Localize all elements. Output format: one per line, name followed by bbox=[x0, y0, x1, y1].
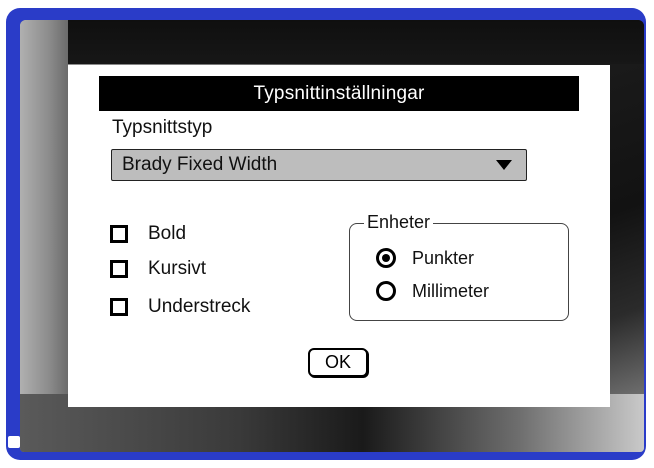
millimeter-label: Millimeter bbox=[412, 280, 490, 301]
units-points-option[interactable]: Punkter bbox=[376, 244, 474, 272]
frame-left-shade bbox=[20, 20, 68, 452]
font-type-value: Brady Fixed Width bbox=[122, 154, 278, 175]
units-legend: Enheter bbox=[364, 212, 434, 233]
italic-checkbox-row[interactable]: Kursivt bbox=[110, 255, 206, 283]
status-indicator bbox=[8, 436, 20, 448]
underline-label: Understreck bbox=[148, 296, 251, 317]
dialog-title: Typsnittinställningar bbox=[99, 76, 579, 111]
underline-checkbox-row[interactable]: Understreck bbox=[110, 293, 250, 321]
font-settings-dialog: Typsnittinställningar Typsnittstyp Brady… bbox=[68, 65, 610, 407]
italic-label: Kursivt bbox=[148, 258, 207, 279]
frame-top-shade bbox=[20, 20, 644, 64]
triangle-down-icon[interactable] bbox=[496, 160, 512, 170]
bold-checkbox-row[interactable]: Bold bbox=[110, 220, 186, 248]
italic-checkbox-icon[interactable] bbox=[110, 260, 128, 278]
font-type-dropdown[interactable]: Brady Fixed Width bbox=[111, 149, 527, 181]
units-group: Enheter Punkter Millimeter bbox=[349, 212, 569, 321]
units-millimeter-option[interactable]: Millimeter bbox=[376, 277, 489, 305]
radio-unchecked-icon[interactable] bbox=[376, 281, 396, 301]
points-label: Punkter bbox=[412, 247, 475, 268]
bold-label: Bold bbox=[148, 223, 187, 244]
underline-checkbox-icon[interactable] bbox=[110, 298, 128, 316]
bold-checkbox-icon[interactable] bbox=[110, 225, 128, 243]
font-type-label: Typsnittstyp bbox=[112, 117, 213, 138]
ok-button[interactable]: OK bbox=[308, 348, 368, 377]
radio-checked-icon[interactable] bbox=[376, 248, 396, 268]
